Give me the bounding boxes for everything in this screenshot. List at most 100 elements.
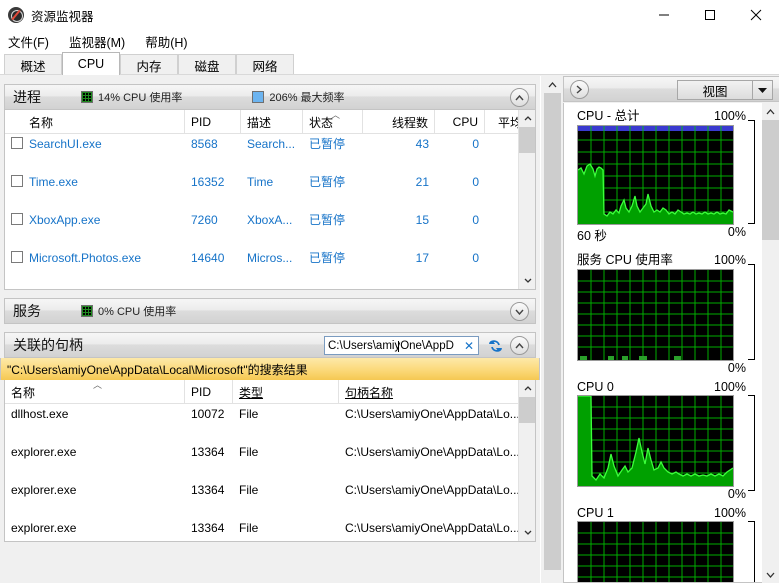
clear-search-icon[interactable]: ✕ bbox=[460, 339, 478, 353]
scrollbar-thumb[interactable] bbox=[519, 397, 535, 423]
cell-status: 已暂停 bbox=[309, 251, 346, 265]
scrollbar-thumb[interactable] bbox=[544, 93, 561, 570]
handle-col-name[interactable]: ︿ 名称 bbox=[5, 380, 185, 404]
chevron-right-circle-icon[interactable] bbox=[570, 79, 589, 99]
handle-col-type[interactable]: 类型 bbox=[233, 380, 339, 404]
list-item[interactable]: dllhost.exe 10072 File C:\Users\amiyOne\… bbox=[5, 404, 535, 423]
table-row[interactable]: Microsoft.Photos.exe 14640 Micros... 已暂停… bbox=[5, 248, 535, 267]
col-cpu[interactable]: CPU bbox=[435, 110, 485, 134]
cell-threads: 43 bbox=[415, 136, 429, 151]
cell-description: Store bbox=[241, 286, 303, 290]
cell-status: 已暂停 bbox=[309, 175, 346, 189]
handles-scrollbar[interactable] bbox=[518, 380, 535, 541]
table-row[interactable]: Time.exe 16352 Time 已暂停 21 0 0.00 bbox=[5, 172, 535, 191]
left-pane: 进程 14% CPU 使用率 206% 最大频率 名称 PID 描述 ︿ 状态 … bbox=[0, 76, 540, 583]
services-section-header[interactable]: 服务 0% CPU 使用率 bbox=[4, 298, 536, 324]
menu-bar: 文件(F) 监视器(M) 帮助(H) bbox=[0, 30, 779, 52]
graph-min-label: 0% bbox=[727, 487, 746, 501]
graph-canvas bbox=[577, 125, 734, 225]
close-button[interactable] bbox=[733, 0, 779, 30]
tab-strip: 概述 CPU 内存 磁盘 网络 bbox=[0, 52, 779, 75]
cell-type: File bbox=[239, 444, 259, 459]
handle-col-handlename-label: 句柄名称 bbox=[345, 385, 394, 400]
right-panel-header: 视图 bbox=[563, 76, 779, 102]
refresh-search-icon[interactable] bbox=[485, 337, 505, 354]
scroll-up-icon[interactable] bbox=[519, 380, 535, 397]
col-status[interactable]: ︿ 状态 bbox=[303, 110, 363, 134]
tab-cpu[interactable]: CPU bbox=[62, 52, 120, 75]
graph-max-label: 100% bbox=[714, 506, 746, 520]
col-description[interactable]: 描述 bbox=[241, 110, 303, 134]
services-title: 服务 bbox=[13, 303, 41, 319]
scroll-down-icon[interactable] bbox=[762, 566, 779, 583]
cell-type: File bbox=[239, 520, 259, 535]
col-threads[interactable]: 线程数 bbox=[363, 110, 435, 134]
handles-rows: dllhost.exe 10072 File C:\Users\amiyOne\… bbox=[5, 404, 535, 541]
handle-search-input[interactable]: C:\Users\amiyOne\AppD ✕ bbox=[324, 336, 479, 355]
scroll-down-icon[interactable] bbox=[519, 524, 535, 541]
graph-cpu-total: CPU - 总计 100% 60 秒 0% bbox=[564, 103, 762, 244]
processes-scrollbar[interactable] bbox=[518, 110, 535, 289]
view-dropdown-button[interactable]: 视图 bbox=[677, 80, 773, 100]
cell-threads: 17 bbox=[415, 250, 429, 265]
graph-cpu-1: CPU 1 100% bbox=[564, 504, 762, 582]
cell-cpu: 0 bbox=[472, 174, 479, 189]
text-caret bbox=[398, 340, 399, 352]
list-item[interactable]: explorer.exe 13364 File C:\Users\amiyOne… bbox=[5, 442, 535, 461]
scrollbar-thumb[interactable] bbox=[762, 120, 779, 240]
graph-footer-label: 60 秒 bbox=[577, 229, 607, 243]
tab-overview[interactable]: 概述 bbox=[4, 54, 62, 75]
menu-help[interactable]: 帮助(H) bbox=[145, 32, 187, 51]
cell-pid: 13364 bbox=[191, 520, 225, 535]
scroll-up-icon[interactable] bbox=[762, 103, 779, 120]
menu-file[interactable]: 文件(F) bbox=[8, 32, 49, 51]
tab-memory[interactable]: 内存 bbox=[120, 54, 178, 75]
table-row[interactable]: WinStore.App.exe 6920 Store 已暂停 20 0 0.0… bbox=[5, 286, 535, 290]
scroll-up-icon[interactable] bbox=[519, 110, 535, 127]
pane-splitter-scrollbar[interactable] bbox=[540, 76, 563, 583]
menu-monitor[interactable]: 监视器(M) bbox=[69, 32, 125, 51]
col-name[interactable]: 名称 bbox=[5, 110, 185, 134]
minimize-button[interactable] bbox=[641, 0, 687, 30]
cell-pid: 6920 bbox=[185, 286, 241, 290]
sort-ascending-icon: ︿ bbox=[331, 110, 341, 120]
cell-pid: 10072 bbox=[191, 406, 225, 421]
handles-section-header[interactable]: 关联的句柄 C:\Users\amiyOne\AppD ✕ bbox=[4, 332, 536, 358]
scrollbar-thumb[interactable] bbox=[519, 127, 535, 153]
handle-col-pid[interactable]: PID bbox=[185, 380, 233, 404]
right-panel-scrollbar[interactable] bbox=[762, 103, 779, 583]
graph-max-label: 100% bbox=[714, 109, 746, 123]
list-item[interactable]: explorer.exe 13364 File C:\Users\amiyOne… bbox=[5, 518, 535, 537]
list-item[interactable]: explorer.exe 13364 File C:\Users\amiyOne… bbox=[5, 480, 535, 499]
cell-cpu: 0 bbox=[472, 250, 479, 265]
graph-title: CPU 0 bbox=[577, 380, 614, 394]
services-cpu-stat: 0% CPU 使用率 bbox=[81, 303, 176, 319]
scroll-down-icon[interactable] bbox=[519, 272, 535, 289]
processes-title: 进程 bbox=[13, 89, 41, 105]
table-row[interactable]: SearchUI.exe 8568 Search... 已暂停 43 0 0.0… bbox=[5, 134, 535, 153]
row-checkbox[interactable] bbox=[11, 289, 23, 290]
processes-cpu-stat-label: 14% CPU 使用率 bbox=[98, 92, 183, 104]
cell-name: WinStore.App.exe bbox=[5, 286, 185, 290]
window-title: 资源监视器 bbox=[31, 9, 94, 24]
caret-down-icon[interactable] bbox=[752, 81, 772, 99]
cell-name: Time.exe bbox=[29, 174, 78, 189]
scroll-up-icon[interactable] bbox=[544, 76, 561, 93]
tab-network[interactable]: 网络 bbox=[236, 54, 294, 75]
processes-collapse-button[interactable] bbox=[510, 88, 529, 107]
handles-collapse-button[interactable] bbox=[510, 336, 529, 355]
processes-section-header[interactable]: 进程 14% CPU 使用率 206% 最大频率 bbox=[4, 84, 536, 110]
maximize-button[interactable] bbox=[687, 0, 733, 30]
handle-col-type-label: 类型 bbox=[239, 385, 264, 400]
axis-bracket bbox=[748, 395, 755, 491]
graph-plot bbox=[578, 270, 733, 360]
table-row[interactable]: XboxApp.exe 7260 XboxA... 已暂停 15 0 0.00 bbox=[5, 210, 535, 229]
services-expand-button[interactable] bbox=[510, 302, 529, 321]
graph-canvas bbox=[577, 269, 734, 361]
graph-max-label: 100% bbox=[714, 380, 746, 394]
cell-threads: 21 bbox=[415, 174, 429, 189]
handle-col-handlename[interactable]: 句柄名称 bbox=[339, 380, 535, 404]
search-result-banner: "C:\Users\amiyOne\AppData\Local\Microsof… bbox=[0, 358, 540, 380]
tab-disk[interactable]: 磁盘 bbox=[178, 54, 236, 75]
col-pid[interactable]: PID bbox=[185, 110, 241, 134]
